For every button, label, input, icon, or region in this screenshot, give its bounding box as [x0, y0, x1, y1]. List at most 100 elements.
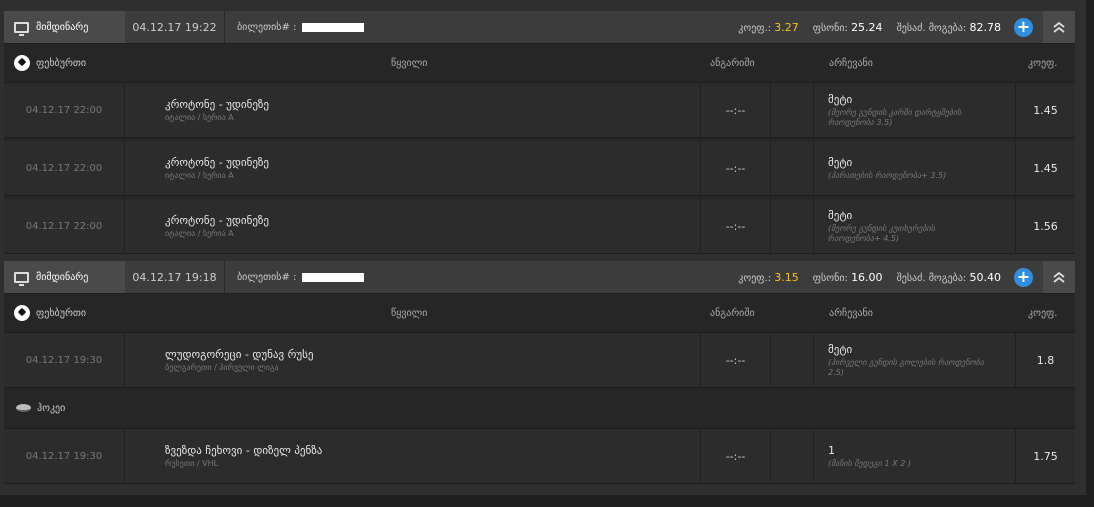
- win-stat: შესაძ. მოგება: 50.40: [897, 271, 1001, 284]
- table-row: 04.12.17 19:30 ლუდოგორეცი - დუნავ რუსე ბ…: [4, 333, 1075, 388]
- table-row: 04.12.17 22:00 კროტონე - უდინეზე იტალია …: [4, 199, 1075, 254]
- stake-stat: ფსონი: 25.24: [813, 21, 883, 34]
- double-chevron-up-icon: [1053, 21, 1065, 33]
- ticket-number: ბილეთის# :: [237, 271, 365, 283]
- event-cell: ლუდოგორეცი - დუნავ რუსე ბულგარეთი / პირვ…: [125, 333, 701, 387]
- score: --:--: [701, 141, 771, 195]
- choice-cell: მეტი (მეორე გუნდის კარში დარტყმების რაოდ…: [814, 83, 1016, 137]
- odds-stat: კოეფ.: 3.27: [738, 21, 799, 34]
- odds-column-header: კოეფ.: [1028, 307, 1058, 319]
- spacer-cell: [771, 199, 814, 253]
- win-stat: შესაძ. მოგება: 82.78: [897, 21, 1001, 34]
- match-date: 04.12.17 22:00: [4, 141, 125, 195]
- stake-value: 25.24: [851, 20, 883, 34]
- bet-header: მიმდინარე 04.12.17 19:18 ბილეთის# : კოეფ…: [4, 261, 1075, 294]
- event-column-header: წყვილი: [391, 307, 428, 319]
- bet-date: 04.12.17 19:18: [125, 261, 225, 293]
- status-badge: მიმდინარე: [4, 261, 125, 293]
- league-name: რუსეთი / VHL: [165, 459, 219, 468]
- table-row: 04.12.17 19:30 ზვეზდა ჩეხოვი - დიზელ პენ…: [4, 429, 1075, 484]
- add-icon[interactable]: +: [1014, 18, 1033, 37]
- odds-label: კოეფ.:: [738, 22, 772, 34]
- stake-value: 16.00: [851, 270, 883, 284]
- win-label: შესაძ. მოგება:: [896, 272, 967, 284]
- event-name: ზვეზდა ჩეხოვი - დიზელ პენზა: [165, 444, 323, 457]
- event-column-header: წყვილი: [391, 57, 428, 69]
- row-odds: 1.75: [1033, 449, 1058, 463]
- choice-cell: მეტი (პირველი გუნდის გოლების რაოდენობა 2…: [814, 333, 1016, 387]
- monitor-icon: [14, 21, 29, 36]
- table-row: 04.12.17 22:00 კროტონე - უდინეზე იტალია …: [4, 141, 1075, 196]
- row-odds: 1.8: [1036, 353, 1055, 367]
- spacer-cell: [771, 83, 814, 137]
- event-name: კროტონე - უდინეზე: [165, 214, 270, 227]
- spacer-cell: [771, 429, 814, 483]
- odds-value: 3.15: [774, 270, 799, 284]
- pick: მეტი: [828, 208, 853, 222]
- score: --:--: [701, 83, 771, 137]
- column-headers: ფეხბურთი წყვილი ანგარიში არჩევანი კოეფ.: [4, 294, 1075, 333]
- odds-label: კოეფ.:: [738, 272, 772, 284]
- event-cell: კროტონე - უდინეზე იტალია / სერია A: [125, 199, 701, 253]
- football-icon: [14, 55, 30, 71]
- ticket-label: ბილეთის# :: [237, 271, 297, 283]
- event-cell: ზვეზდა ჩეხოვი - დიზელ პენზა რუსეთი / VHL: [125, 429, 701, 483]
- event-cell: კროტონე - უდინეზე იტალია / სერია A: [125, 141, 701, 195]
- sport-section-hockey: ჰოკეი: [4, 388, 1075, 429]
- status-badge: მიმდინარე: [4, 11, 125, 43]
- football-icon: [14, 305, 30, 321]
- pick: მეტი: [828, 342, 853, 356]
- stake-label: ფსონი:: [812, 272, 848, 284]
- choice-column-header: არჩევანი: [829, 307, 873, 319]
- league-name: იტალია / სერია A: [165, 113, 234, 122]
- spacer-cell: [771, 141, 814, 195]
- collapse-button[interactable]: [1043, 261, 1075, 293]
- bet-card: მიმდინარე 04.12.17 19:18 ბილეთის# : კოეფ…: [4, 261, 1075, 484]
- collapse-button[interactable]: [1043, 11, 1075, 43]
- choice-cell: მეტი (მეორე გუნდის კუთხურების რაოდენობა+…: [814, 199, 1016, 253]
- stake-stat: ფსონი: 16.00: [813, 271, 883, 284]
- league-name: ბულგარეთი / პირველი ლიგა: [165, 363, 279, 372]
- score-column-header: ანგარიში: [710, 307, 755, 319]
- bet-history-panel: მიმდინარე 04.12.17 19:22 ბილეთის# : კოეფ…: [0, 0, 1086, 495]
- match-date: 04.12.17 19:30: [4, 429, 125, 483]
- hockey-puck-icon: [16, 404, 31, 412]
- status-label: მიმდინარე: [36, 271, 89, 283]
- spacer-cell: [771, 333, 814, 387]
- event-name: კროტონე - უდინეზე: [165, 156, 270, 169]
- match-date: 04.12.17 22:00: [4, 199, 125, 253]
- pick: მეტი: [828, 92, 853, 106]
- row-odds: 1.45: [1033, 103, 1058, 117]
- sport-header: ფეხბურთი: [14, 55, 86, 71]
- win-label: შესაძ. მოგება:: [896, 22, 967, 34]
- ticket-label: ბილეთის# :: [237, 21, 297, 33]
- event-name: კროტონე - უდინეზე: [165, 98, 270, 111]
- bet-date: 04.12.17 19:22: [125, 11, 225, 43]
- redacted-ticket-id: [302, 272, 365, 282]
- odds-value: 3.27: [774, 20, 799, 34]
- pick-description: (მეორე გუნდის კუთხურების რაოდენობა+ 4.5): [828, 223, 935, 243]
- pick-description: (მაჩის შედეგი 1 X 2 ): [828, 458, 911, 468]
- add-icon[interactable]: +: [1014, 268, 1033, 287]
- ticket-number: ბილეთის# :: [237, 21, 365, 33]
- event-name: ლუდოგორეცი - დუნავ რუსე: [165, 348, 314, 361]
- match-date: 04.12.17 19:30: [4, 333, 125, 387]
- league-name: იტალია / სერია A: [165, 171, 234, 180]
- win-value: 50.40: [969, 270, 1002, 284]
- choice-cell: მეტი (პარათების რაოდენობა+ 3.5): [814, 141, 1016, 195]
- pick: 1: [828, 443, 835, 457]
- match-date: 04.12.17 22:00: [4, 83, 125, 137]
- pick-description: (პარათების რაოდენობა+ 3.5): [828, 170, 947, 180]
- sport-header: ფეხბურთი: [14, 305, 86, 321]
- pick: მეტი: [828, 155, 853, 169]
- score: --:--: [701, 429, 771, 483]
- bet-header: მიმდინარე 04.12.17 19:22 ბილეთის# : კოეფ…: [4, 11, 1075, 44]
- score: --:--: [701, 333, 771, 387]
- bet-card: მიმდინარე 04.12.17 19:22 ბილეთის# : კოეფ…: [4, 11, 1075, 254]
- double-chevron-up-icon: [1053, 271, 1065, 283]
- event-cell: კროტონე - უდინეზე იტალია / სერია A: [125, 83, 701, 137]
- sport-label: ჰოკეი: [37, 402, 66, 414]
- choice-cell: 1 (მაჩის შედეგი 1 X 2 ): [814, 429, 1016, 483]
- pick-description: (მეორე გუნდის კარში დარტყმების რაოდენობა…: [828, 107, 962, 127]
- stake-label: ფსონი:: [812, 22, 848, 34]
